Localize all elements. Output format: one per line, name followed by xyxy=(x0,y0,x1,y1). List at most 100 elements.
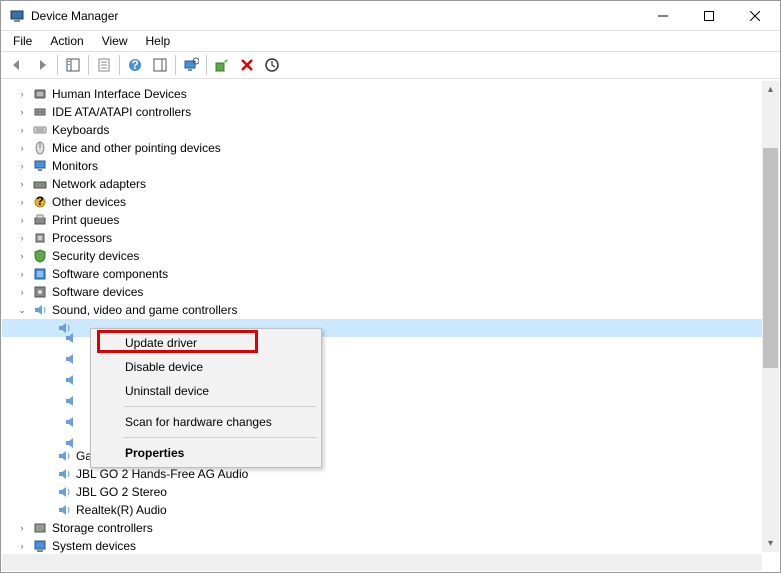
tree-item[interactable]: › Security devices xyxy=(2,247,779,265)
tree-item[interactable]: ›IDE ATA/ATAPI controllers xyxy=(2,103,779,121)
vertical-scrollbar[interactable]: ▴ ▾ xyxy=(762,81,779,552)
scroll-track[interactable] xyxy=(763,98,778,535)
monitor-icon xyxy=(32,158,48,174)
tree-item-label: Mice and other pointing devices xyxy=(52,141,221,155)
tree-item[interactable]: ⌄ Sound, video and game controllers xyxy=(2,301,779,319)
ctx-update-driver[interactable]: Update driver xyxy=(93,331,319,355)
tree-item-label: Other devices xyxy=(52,195,126,209)
ctx-scan-hardware[interactable]: Scan for hardware changes xyxy=(93,410,319,434)
window-title: Device Manager xyxy=(31,9,640,23)
expander-icon[interactable]: › xyxy=(16,214,28,226)
tree-item[interactable]: › Software devices xyxy=(2,283,779,301)
expander-icon[interactable]: ⌄ xyxy=(16,304,28,316)
expander-icon[interactable]: › xyxy=(16,250,28,262)
ctx-uninstall-device-label: Uninstall device xyxy=(125,384,209,398)
tree-item[interactable]: ›? Other devices xyxy=(2,193,779,211)
tree-item[interactable]: › Monitors xyxy=(2,157,779,175)
minimize-button[interactable] xyxy=(640,1,686,30)
toolbar-separator xyxy=(119,55,120,75)
tree-item[interactable]: › Network adapters xyxy=(2,175,779,193)
system-icon xyxy=(32,538,48,554)
back-button[interactable] xyxy=(5,53,29,77)
tree-item[interactable]: Realtek(R) Audio xyxy=(2,501,779,519)
tree-item-label: Security devices xyxy=(52,249,139,263)
storage-icon xyxy=(32,520,48,536)
scroll-up-icon[interactable]: ▴ xyxy=(762,81,779,98)
expander-icon[interactable]: › xyxy=(16,232,28,244)
tree-item-label: Software devices xyxy=(52,285,143,299)
disable-device-button[interactable] xyxy=(260,53,284,77)
scroll-down-icon[interactable]: ▾ xyxy=(762,535,779,552)
ctx-uninstall-device[interactable]: Uninstall device xyxy=(93,379,319,403)
maximize-button[interactable] xyxy=(686,1,732,30)
uninstall-device-button[interactable] xyxy=(235,53,259,77)
menu-view[interactable]: View xyxy=(94,32,136,50)
svg-text:?: ? xyxy=(131,58,138,72)
app-icon xyxy=(9,8,25,24)
expander-icon[interactable]: › xyxy=(16,106,28,118)
menu-help[interactable]: Help xyxy=(138,32,179,50)
toolbar: ? xyxy=(1,51,780,79)
expander-icon[interactable]: › xyxy=(16,196,28,208)
expander-placeholder xyxy=(40,486,52,498)
tree-item-label: Network adapters xyxy=(52,177,146,191)
softdev-icon xyxy=(32,284,48,300)
tree-item-label: Human Interface Devices xyxy=(52,87,187,101)
tree-item[interactable]: › Human Interface Devices xyxy=(2,85,779,103)
toolbar-separator xyxy=(206,55,207,75)
tree-item[interactable]: › Mice and other pointing devices xyxy=(2,139,779,157)
tree-item-label: JBL GO 2 Hands-Free AG Audio xyxy=(76,467,248,481)
ctx-properties[interactable]: Properties xyxy=(93,441,319,465)
ctx-disable-device-label: Disable device xyxy=(125,360,203,374)
ctx-disable-device[interactable]: Disable device xyxy=(93,355,319,379)
expander-icon[interactable]: › xyxy=(16,160,28,172)
close-button[interactable] xyxy=(732,1,778,30)
expander-icon[interactable]: › xyxy=(16,124,28,136)
tree-item-label: Sound, video and game controllers xyxy=(52,303,237,317)
tree-item[interactable]: › Keyboards xyxy=(2,121,779,139)
expander-icon[interactable]: › xyxy=(16,286,28,298)
scan-hardware-changes-button[interactable] xyxy=(179,53,203,77)
horizontal-scrollbar[interactable] xyxy=(2,554,762,571)
tree-item[interactable]: ›Print queues xyxy=(2,211,779,229)
titlebar: Device Manager xyxy=(1,1,780,31)
tree-item-label: Keyboards xyxy=(52,123,109,137)
tree-item-label: Monitors xyxy=(52,159,98,173)
help-button[interactable]: ? xyxy=(123,53,147,77)
show-hide-console-tree-button[interactable] xyxy=(61,53,85,77)
expander-icon[interactable]: › xyxy=(16,142,28,154)
action-pane-button[interactable] xyxy=(148,53,172,77)
forward-button[interactable] xyxy=(30,53,54,77)
ctx-separator xyxy=(123,406,317,407)
expander-icon[interactable]: › xyxy=(16,178,28,190)
tree-item[interactable]: › Processors xyxy=(2,229,779,247)
tree-item-label: Processors xyxy=(52,231,112,245)
expander-placeholder xyxy=(40,322,52,334)
scroll-thumb[interactable] xyxy=(763,148,778,368)
expander-icon[interactable]: › xyxy=(16,540,28,552)
expander-icon[interactable]: › xyxy=(16,88,28,100)
sound-device-icon xyxy=(56,466,72,482)
expander-icon[interactable]: › xyxy=(16,522,28,534)
tree-item-label: Realtek(R) Audio xyxy=(76,503,167,517)
tree-content: › Human Interface Devices ›IDE ATA/ATAPI c… xyxy=(2,81,779,571)
printer-icon xyxy=(32,212,48,228)
sound-device-icon xyxy=(56,502,72,518)
expander-icon[interactable]: › xyxy=(16,268,28,280)
softcomp-icon xyxy=(32,266,48,282)
tree-item[interactable]: ›System devices xyxy=(2,537,779,555)
tree-item-label: JBL GO 2 Stereo xyxy=(76,485,167,499)
sound-icon xyxy=(32,302,48,318)
menu-action[interactable]: Action xyxy=(42,32,91,50)
cpu-icon xyxy=(32,230,48,246)
sound-device-icon xyxy=(56,484,72,500)
tree-item[interactable]: ›Software components xyxy=(2,265,779,283)
menu-file[interactable]: File xyxy=(5,32,40,50)
update-driver-button[interactable] xyxy=(210,53,234,77)
tree-item[interactable]: JBL GO 2 Stereo xyxy=(2,483,779,501)
tree-item[interactable]: ›Storage controllers xyxy=(2,519,779,537)
properties-button[interactable] xyxy=(92,53,116,77)
expander-placeholder xyxy=(40,504,52,516)
svg-text:?: ? xyxy=(36,194,43,208)
mouse-icon xyxy=(32,140,48,156)
